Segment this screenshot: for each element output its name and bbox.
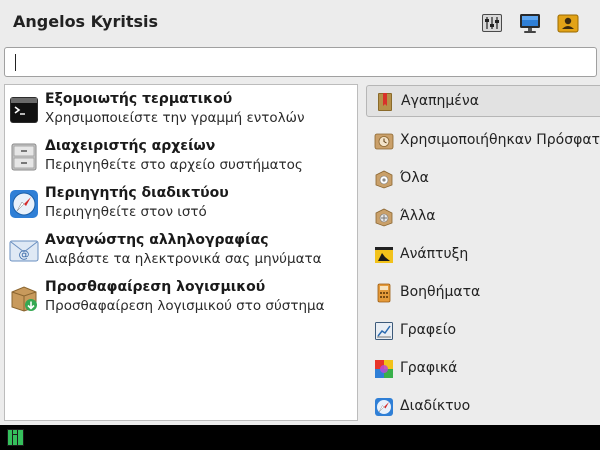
app-description: Διαβάστε τα ηλεκτρονικά σας μηνύματα: [45, 251, 322, 267]
category-other[interactable]: Άλλα: [366, 201, 600, 233]
category-label: Χρησιμοποιήθηκαν Πρόσφατα: [400, 132, 600, 148]
app-item-mail-reader[interactable]: @ Αναγνώστης αλληλογραφίας Διαβάστε τα η…: [9, 230, 355, 274]
app-title: Διαχειριστής αρχείων: [45, 138, 216, 154]
category-graphics[interactable]: Γραφικά: [366, 353, 600, 385]
category-label: Βοηθήματα: [400, 284, 481, 300]
bookmark-icon: [375, 92, 395, 112]
office-chart-icon: [374, 321, 394, 341]
app-description: Περιηγηθείτε στο αρχείο συστήματος: [45, 157, 303, 173]
category-internet[interactable]: Διαδίκτυο: [366, 391, 600, 423]
category-list: Αγαπημένα Χρησιμοποιήθηκαν Πρόσφατα Όλα: [364, 84, 600, 424]
category-favorites[interactable]: Αγαπημένα: [366, 85, 600, 117]
category-office[interactable]: Γραφείο: [366, 315, 600, 347]
search-input[interactable]: [5, 48, 596, 76]
settings-mixer-icon[interactable]: [480, 11, 504, 35]
taskbar: [0, 425, 600, 450]
app-item-software-install[interactable]: Προσθαφαίρεση λογισμικού Προσθαφαίρεση λ…: [9, 277, 355, 321]
category-accessories[interactable]: Βοηθήματα: [366, 277, 600, 309]
app-title: Αναγνώστης αλληλογραφίας: [45, 232, 269, 248]
search-field[interactable]: [4, 47, 597, 77]
category-label: Όλα: [400, 170, 429, 186]
app-description: Προσθαφαίρεση λογισμικού στο σύστημα: [45, 298, 325, 314]
display-monitor-icon[interactable]: [518, 11, 542, 35]
app-item-terminal[interactable]: Εξομοιωτής τερματικού Χρησιμοποιείστε τη…: [9, 89, 355, 133]
category-label: Γραφείο: [400, 322, 457, 338]
app-title: Περιηγητής διαδικτύου: [45, 185, 229, 201]
category-label: Διαδίκτυο: [400, 398, 471, 414]
recent-clock-icon: [374, 131, 394, 151]
app-item-file-manager[interactable]: Διαχειριστής αρχείων Περιηγηθείτε στο αρ…: [9, 136, 355, 180]
internet-icon: [374, 397, 394, 417]
category-label: Άλλα: [400, 208, 436, 224]
graphics-palette-icon: [374, 359, 394, 379]
manjaro-logo-icon[interactable]: [7, 429, 24, 446]
favorites-app-list: Εξομοιωτής τερματικού Χρησιμοποιείστε τη…: [4, 84, 358, 421]
category-all[interactable]: Όλα: [366, 163, 600, 195]
user-lock-icon[interactable]: [556, 11, 580, 35]
svg-text:@: @: [19, 248, 30, 261]
file-cabinet-icon: [9, 142, 39, 172]
mail-icon: @: [9, 236, 39, 266]
category-label: Ανάπτυξη: [400, 246, 469, 262]
terminal-icon: [9, 95, 39, 125]
user-name: Angelos Kyritsis: [13, 12, 159, 31]
app-description: Χρησιμοποιείστε την γραμμή εντολών: [45, 110, 305, 126]
category-label: Αγαπημένα: [401, 93, 479, 109]
category-development[interactable]: Ανάπτυξη: [366, 239, 600, 271]
category-label: Γραφικά: [400, 360, 458, 376]
development-icon: [374, 245, 394, 265]
all-apps-icon: [374, 169, 394, 189]
category-recent[interactable]: Χρησιμοποιήθηκαν Πρόσφατα: [366, 125, 600, 157]
text-cursor: [15, 54, 16, 71]
package-install-icon: [9, 283, 39, 313]
compass-icon: [9, 189, 39, 219]
app-title: Εξομοιωτής τερματικού: [45, 91, 233, 107]
menu-header: Angelos Kyritsis: [0, 0, 600, 46]
other-apps-icon: [374, 207, 394, 227]
app-title: Προσθαφαίρεση λογισμικού: [45, 279, 266, 295]
app-description: Περιηγηθείτε στον ιστό: [45, 204, 207, 220]
accessories-icon: [374, 283, 394, 303]
app-item-web-browser[interactable]: Περιηγητής διαδικτύου Περιηγηθείτε στον …: [9, 183, 355, 227]
